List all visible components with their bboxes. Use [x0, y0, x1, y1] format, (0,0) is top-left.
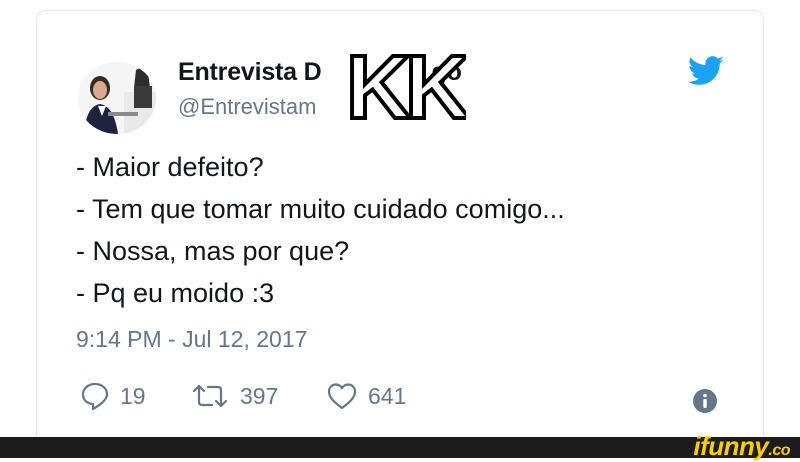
heart-icon	[327, 383, 357, 410]
ifunny-logo-text: ifunny	[693, 431, 769, 461]
user-handle[interactable]: @Entrevistam	[178, 94, 316, 120]
retweet-count: 397	[240, 382, 279, 409]
watermark-bar: ifunny.co	[0, 431, 800, 461]
like-button[interactable]: 641	[326, 380, 406, 412]
tweet-line: - Maior defeito?	[76, 152, 264, 182]
tweet-text: - Maior defeito? - Tem que tomar muito c…	[76, 146, 565, 314]
ifunny-logo-suffix: .co	[768, 442, 790, 459]
info-icon[interactable]	[692, 388, 718, 414]
kk-sticker-text: KK	[346, 40, 466, 126]
ifunny-logo: ifunny.co	[693, 431, 790, 462]
like-count: 641	[368, 382, 407, 409]
tweet-timestamp[interactable]: 9:14 PM - Jul 12, 2017	[76, 326, 307, 353]
retweet-button[interactable]: 397	[190, 380, 278, 412]
retweet-icon	[192, 384, 228, 408]
tweet-line: - Tem que tomar muito cuidado comigo...	[76, 194, 565, 224]
reply-button[interactable]: 19	[80, 380, 146, 412]
twitter-bird-icon[interactable]	[688, 56, 724, 86]
tweet-line: - Nossa, mas por que?	[76, 236, 350, 266]
reply-count: 19	[120, 382, 146, 409]
avatar[interactable]	[78, 62, 156, 134]
tweet-line: - Pq eu moido :3	[76, 278, 275, 308]
display-name-text: Entrevista D	[178, 58, 322, 86]
reply-icon	[81, 382, 109, 411]
kk-sticker: KK	[344, 40, 466, 126]
